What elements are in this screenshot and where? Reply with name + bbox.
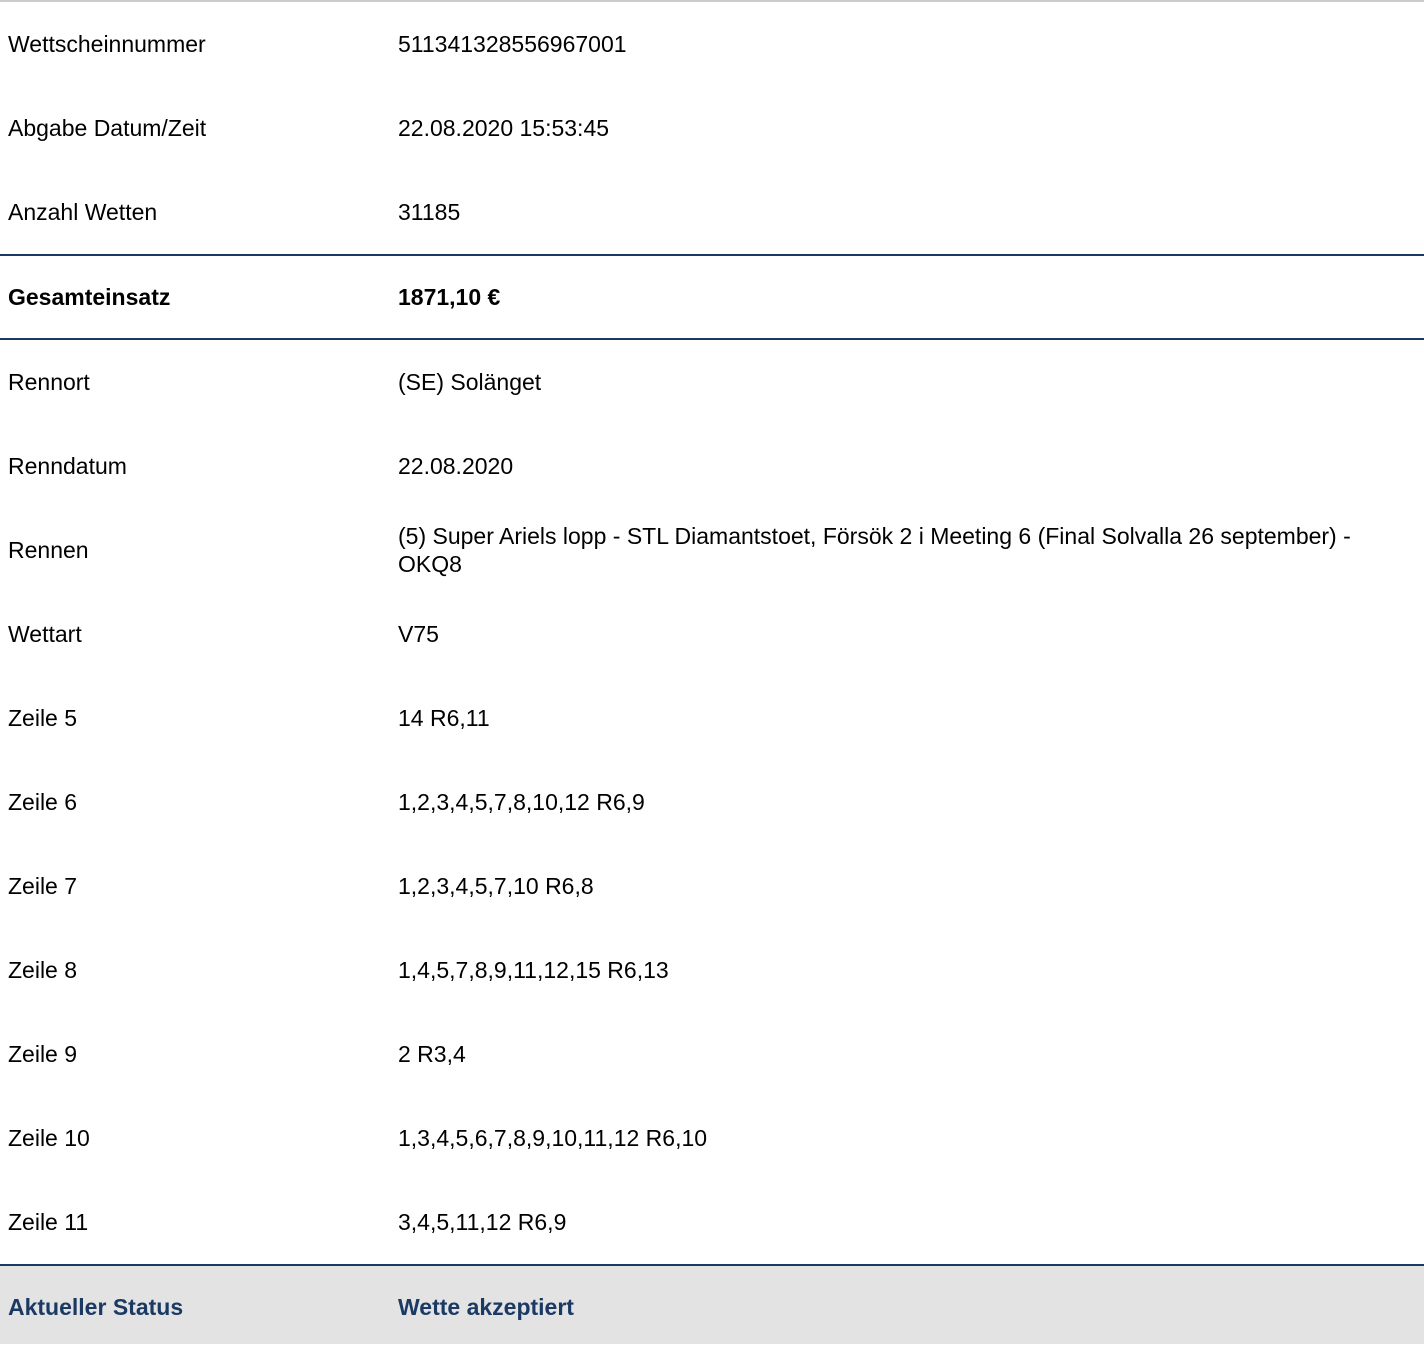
total-value: 1871,10 € (398, 284, 501, 310)
row-label: Zeile 6 (8, 789, 78, 815)
row-value: 3,4,5,11,12 R6,9 (398, 1209, 567, 1235)
row-line-7: Zeile 7 1,2,3,4,5,7,10 R6,8 (0, 844, 1424, 928)
row-value: V75 (398, 621, 439, 647)
row-value: 1,2,3,4,5,7,10 R6,8 (398, 873, 594, 899)
row-label: Zeile 9 (8, 1041, 78, 1067)
row-value: 1,2,3,4,5,7,8,10,12 R6,9 (398, 789, 645, 815)
status-badge: Wette akzeptiert (398, 1294, 574, 1320)
row-value: 1,3,4,5,6,7,8,9,10,11,12 R6,10 (398, 1125, 708, 1151)
bet-slip-details: Wettscheinnummer 511341328556967001 Abga… (0, 0, 1424, 1346)
row-label: Abgabe Datum/Zeit (8, 115, 207, 141)
row-label: Wettscheinnummer (8, 31, 206, 57)
row-line-6: Zeile 6 1,2,3,4,5,7,8,10,12 R6,9 (0, 760, 1424, 844)
row-bet-count: Anzahl Wetten 31185 (0, 170, 1424, 254)
row-line-11: Zeile 11 3,4,5,11,12 R6,9 (0, 1180, 1424, 1264)
row-label: Wettart (8, 621, 82, 647)
row-value: 511341328556967001 (398, 31, 627, 57)
row-race: Rennen (5) Super Ariels lopp - STL Diama… (0, 508, 1424, 592)
row-bet-slip-number: Wettscheinnummer 511341328556967001 (0, 2, 1424, 86)
row-value: 2 R3,4 (398, 1041, 466, 1067)
row-current-status: Aktueller Status Wette akzeptiert (0, 1264, 1424, 1344)
row-value: 31185 (398, 199, 461, 225)
row-value: 14 R6,11 (398, 705, 490, 731)
row-value: (5) Super Ariels lopp - STL Diamantstoet… (398, 523, 1351, 577)
row-line-5: Zeile 5 14 R6,11 (0, 676, 1424, 760)
row-submission-datetime: Abgabe Datum/Zeit 22.08.2020 15:53:45 (0, 86, 1424, 170)
row-label: Zeile 7 (8, 873, 78, 899)
row-value: (SE) Solänget (398, 369, 542, 395)
row-line-8: Zeile 8 1,4,5,7,8,9,11,12,15 R6,13 (0, 928, 1424, 1012)
row-label: Zeile 10 (8, 1125, 90, 1151)
row-value: 22.08.2020 15:53:45 (398, 115, 610, 141)
row-value: 22.08.2020 (398, 453, 514, 479)
row-label: Rennort (8, 369, 90, 395)
row-label: Rennen (8, 537, 89, 563)
row-label: Renndatum (8, 453, 127, 479)
status-label: Aktueller Status (8, 1294, 184, 1320)
row-label: Zeile 11 (8, 1209, 89, 1235)
row-line-9: Zeile 9 2 R3,4 (0, 1012, 1424, 1096)
row-label: Zeile 8 (8, 957, 78, 983)
row-total-stake: Gesamteinsatz 1871,10 € (0, 254, 1424, 340)
total-label: Gesamteinsatz (8, 284, 171, 310)
row-label: Zeile 5 (8, 705, 78, 731)
row-bet-type: Wettart V75 (0, 592, 1424, 676)
row-label: Anzahl Wetten (8, 199, 158, 225)
row-line-10: Zeile 10 1,3,4,5,6,7,8,9,10,11,12 R6,10 (0, 1096, 1424, 1180)
row-race-venue: Rennort (SE) Solänget (0, 340, 1424, 424)
row-value: 1,4,5,7,8,9,11,12,15 R6,13 (398, 957, 669, 983)
row-race-date: Renndatum 22.08.2020 (0, 424, 1424, 508)
